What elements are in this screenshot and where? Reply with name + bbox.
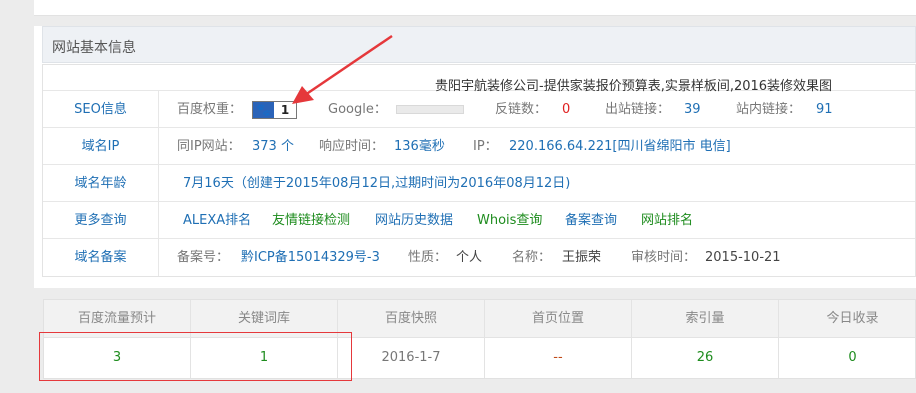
link-history[interactable]: 网站历史数据 — [375, 202, 453, 239]
domain-age-value: 7月16天（创建于2015年08月12日,过期时间为2016年08月12日) — [183, 176, 571, 191]
same-ip-value[interactable]: 373 个 — [252, 128, 294, 165]
link-alexa[interactable]: ALEXA排名 — [183, 202, 251, 239]
link-friend-check[interactable]: 友情链接检测 — [272, 202, 350, 239]
domain-age-row: 域名年龄 7月16天（创建于2015年08月12日,过期时间为2016年08月1… — [43, 165, 915, 202]
outlinks-label: 出站链接： — [605, 102, 671, 117]
icp-nature-value: 个人 — [456, 250, 483, 265]
top-strip — [34, 0, 916, 16]
stats-header-index: 索引量 — [632, 300, 779, 337]
inlinks-value[interactable]: 91 — [816, 91, 833, 128]
icp-name-label: 名称： — [512, 250, 552, 265]
more-query-label: 更多查询 — [43, 202, 159, 238]
backlinks-value[interactable]: 0 — [562, 91, 570, 128]
baidu-weight-label: 百度权重： — [177, 102, 243, 117]
site-info-panel: 网站基本信息 贵阳宇航装修公司-提供家装报价预算表,实景样板间,2016装修效果… — [34, 26, 916, 288]
stats-header-home-position: 首页位置 — [485, 300, 632, 337]
highlight-box — [39, 332, 352, 381]
seo-row: SEO信息 百度权重： 🐾 1 Google： 反链数： 0 出站链接： 39 … — [43, 91, 915, 128]
icp-row: 域名备案 备案号： 黔ICP备15014329号-3 性质： 个人 名称： 王振… — [43, 239, 915, 276]
baidu-paw-icon: 🐾 — [253, 102, 274, 118]
stats-header-today: 今日收录 — [826, 311, 879, 326]
inlinks-label: 站内链接： — [736, 102, 802, 117]
stats-value-snapshot[interactable]: 2016-1-7 — [338, 338, 485, 378]
seo-label: SEO信息 — [43, 91, 159, 127]
icp-audit-value: 2015-10-21 — [705, 250, 781, 265]
domain-ip-row: 域名IP 同IP网站： 373 个 响应时间： 136毫秒 IP： 220.16… — [43, 128, 915, 165]
google-pr-bar — [396, 105, 464, 114]
icp-number-label: 备案号： — [177, 250, 230, 265]
stats-value-today[interactable]: 0 — [779, 338, 916, 378]
stats-value-index[interactable]: 26 — [632, 338, 779, 378]
link-site-rank[interactable]: 网站排名 — [641, 202, 693, 239]
stats-value-home-position: -- — [485, 338, 632, 378]
ip-value[interactable]: 220.166.64.221[四川省绵阳市 电信] — [509, 128, 731, 165]
link-icp-query[interactable]: 备案查询 — [565, 202, 617, 239]
icp-nature-label: 性质： — [408, 250, 448, 265]
outlinks-value[interactable]: 39 — [684, 91, 701, 128]
same-ip-label: 同IP网站： — [177, 139, 241, 154]
response-label: 响应时间： — [319, 139, 385, 154]
google-label: Google： — [328, 102, 387, 117]
link-whois[interactable]: Whois查询 — [477, 202, 542, 239]
icp-audit-label: 审核时间： — [631, 250, 697, 265]
icp-number-value[interactable]: 黔ICP备15014329号-3 — [241, 239, 380, 276]
domain-age-label: 域名年龄 — [43, 165, 159, 201]
icp-label: 域名备案 — [43, 239, 159, 276]
domain-ip-label: 域名IP — [43, 128, 159, 164]
info-table: 贵阳宇航装修公司-提供家装报价预算表,实景样板间,2016装修效果图 SEO信息… — [42, 64, 916, 277]
icp-name-value: 王振荣 — [562, 250, 602, 265]
site-title-row: 贵阳宇航装修公司-提供家装报价预算表,实景样板间,2016装修效果图 — [43, 65, 915, 94]
more-query-row: 更多查询 ALEXA排名 友情链接检测 网站历史数据 Whois查询 备案查询 … — [43, 202, 915, 239]
ip-label: IP： — [473, 139, 498, 154]
response-value: 136毫秒 — [394, 139, 445, 154]
backlinks-label: 反链数： — [495, 102, 548, 117]
panel-title: 网站基本信息 — [52, 40, 136, 56]
panel-header: 网站基本信息 — [42, 26, 916, 63]
baidu-weight-badge[interactable]: 🐾 1 — [252, 101, 297, 119]
stats-header-snapshot: 百度快照 — [338, 300, 485, 337]
baidu-weight-value: 1 — [280, 103, 290, 117]
